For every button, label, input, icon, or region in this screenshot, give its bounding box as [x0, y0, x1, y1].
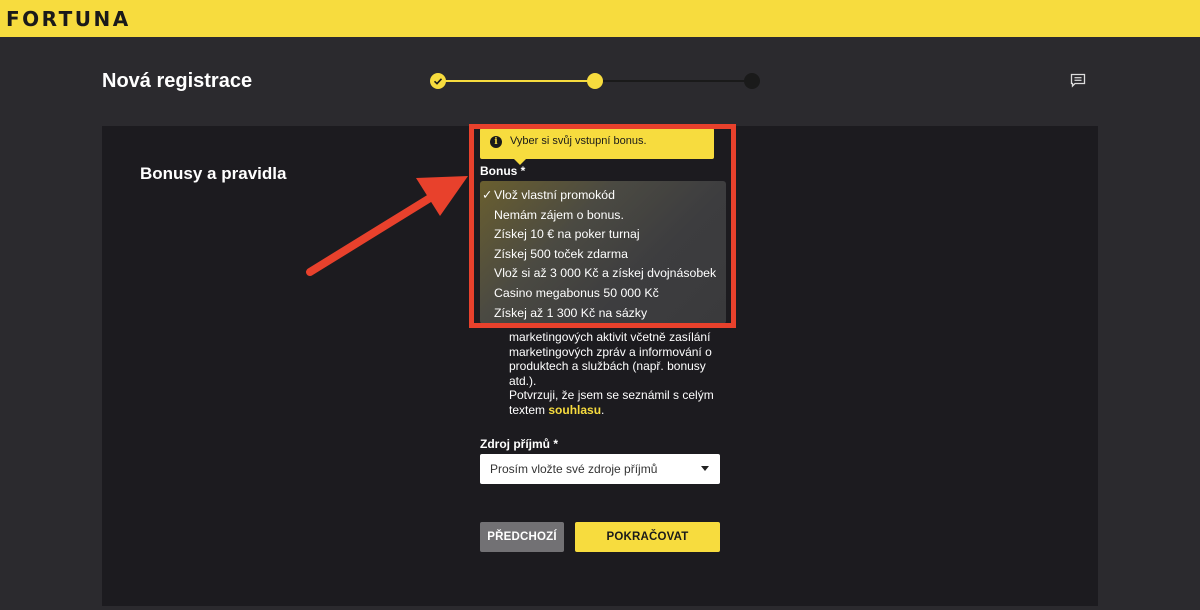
- step-3-pending: [744, 73, 760, 89]
- bonus-option-casino[interactable]: Casino megabonus 50 000 Kč: [480, 284, 726, 304]
- bonus-option-bets[interactable]: Získej až 1 300 Kč na sázky: [480, 304, 726, 324]
- bonus-option-no-bonus[interactable]: Nemám zájem o bonus.: [480, 206, 726, 226]
- income-source-select[interactable]: Prosím vložte své zdroje příjmů: [480, 454, 720, 484]
- bonus-option-poker[interactable]: Získej 10 € na poker turnaj: [480, 225, 726, 245]
- fortuna-logo[interactable]: FORTUNA: [6, 7, 131, 31]
- consent-link[interactable]: souhlasu: [548, 403, 601, 417]
- bonus-dropdown-list[interactable]: ✓ Vlož vlastní promokód Nemám zájem o bon…: [480, 181, 726, 324]
- continue-button[interactable]: POKRAČOVAT: [575, 522, 720, 552]
- step-1-done: [430, 73, 446, 89]
- consent-text: marketingových aktivit včetně zasílání m…: [509, 330, 714, 417]
- info-icon: i: [490, 136, 502, 148]
- bonus-tooltip: i Vyber si svůj vstupní bonus.: [480, 128, 714, 165]
- step-2-current: [587, 73, 603, 89]
- income-select-placeholder: Prosím vložte své zdroje příjmů: [490, 462, 658, 476]
- annotation-arrow-icon: [306, 176, 468, 276]
- bonus-option-promokod[interactable]: ✓ Vlož vlastní promokód: [480, 186, 726, 206]
- chat-icon[interactable]: [1070, 73, 1086, 88]
- bonus-option-double[interactable]: Vlož si až 3 000 Kč a získej dvojnásobek: [480, 264, 726, 284]
- section-title: Bonusy a pravidla: [140, 164, 287, 183]
- page-title: Nová registrace: [102, 70, 253, 92]
- bonus-option-spins[interactable]: Získej 500 toček zdarma: [480, 245, 726, 265]
- previous-button[interactable]: PŘEDCHOZÍ: [480, 522, 564, 552]
- bonus-label: Bonus *: [480, 164, 526, 178]
- top-bar: FORTUNA: [0, 0, 1200, 37]
- progress-stepper: [430, 73, 760, 89]
- tooltip-text: Vyber si svůj vstupní bonus.: [510, 135, 647, 147]
- step-line-1: [438, 80, 595, 82]
- chevron-down-icon: [701, 466, 709, 471]
- step-line-2: [595, 80, 752, 82]
- checkmark-icon: [433, 78, 443, 85]
- income-label: Zdroj příjmů *: [480, 437, 558, 451]
